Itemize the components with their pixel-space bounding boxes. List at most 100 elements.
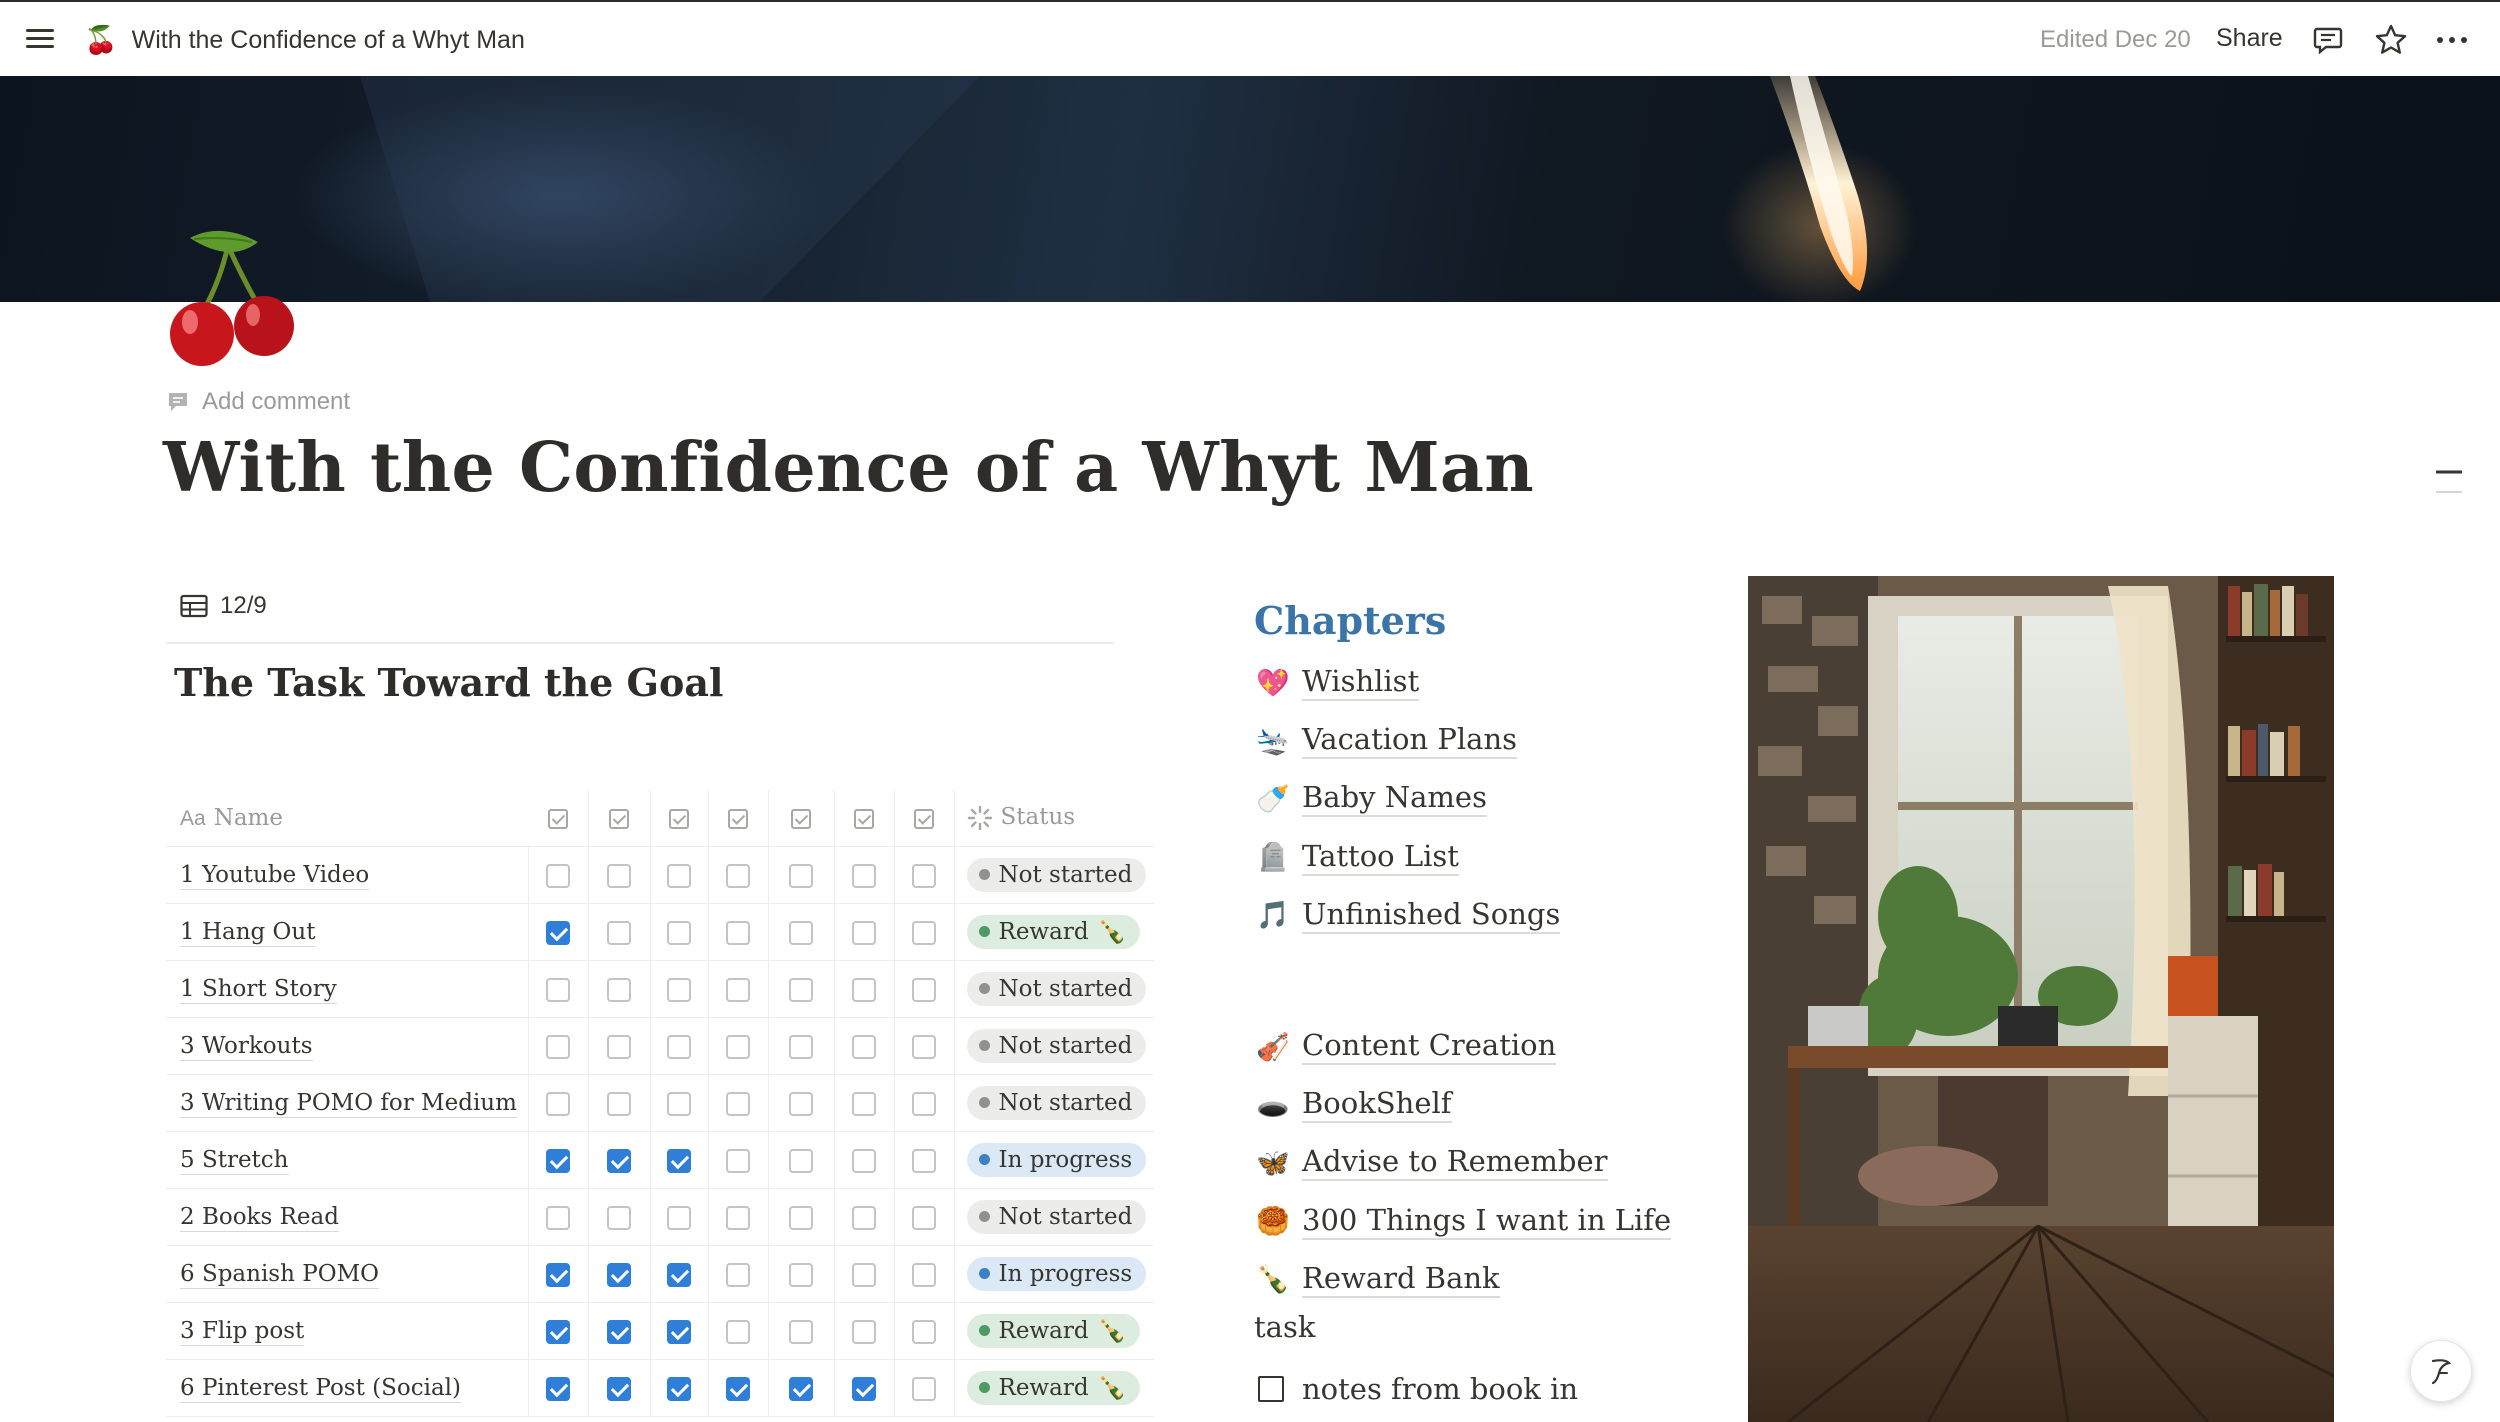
day-checkbox[interactable] bbox=[546, 1091, 570, 1116]
status-badge[interactable]: Not started bbox=[966, 857, 1147, 892]
checkbox-cell[interactable] bbox=[588, 1131, 651, 1189]
table-of-contents-icon[interactable] bbox=[2434, 462, 2464, 498]
day-checkbox[interactable] bbox=[726, 1205, 750, 1230]
chapter-label[interactable]: 300 Things I want in Life bbox=[1302, 1203, 1672, 1240]
day-checkbox[interactable] bbox=[607, 977, 631, 1002]
day-checkbox[interactable] bbox=[852, 1319, 876, 1344]
checkbox-cell[interactable] bbox=[588, 903, 651, 961]
day-checkbox[interactable] bbox=[852, 920, 876, 945]
name-column-header[interactable]: Aa Name bbox=[166, 790, 528, 847]
checkbox-column-header[interactable] bbox=[650, 790, 709, 847]
chapter-link[interactable]: 🎻 Content Creation bbox=[1256, 1028, 1557, 1065]
day-checkbox[interactable] bbox=[546, 1148, 570, 1173]
checkbox-cell[interactable] bbox=[708, 960, 769, 1018]
day-checkbox[interactable] bbox=[852, 1376, 876, 1401]
checkbox-cell[interactable] bbox=[708, 903, 769, 961]
status-cell[interactable]: Not started bbox=[954, 1017, 1154, 1075]
day-checkbox[interactable] bbox=[546, 1034, 570, 1059]
checkbox-cell[interactable] bbox=[834, 903, 895, 961]
day-checkbox[interactable] bbox=[789, 1205, 813, 1230]
task-name-cell[interactable]: 1 Youtube Video bbox=[166, 846, 529, 904]
checkbox-cell[interactable] bbox=[528, 1302, 589, 1360]
day-checkbox[interactable] bbox=[607, 1091, 631, 1116]
task-name-cell[interactable]: 6 Spanish POMO bbox=[166, 1245, 529, 1303]
day-checkbox[interactable] bbox=[667, 1262, 691, 1287]
checkbox-cell[interactable] bbox=[768, 1245, 835, 1303]
day-checkbox[interactable] bbox=[726, 1262, 750, 1287]
add-comment-button[interactable]: Add comment bbox=[166, 388, 350, 416]
day-checkbox[interactable] bbox=[912, 1262, 936, 1287]
checkbox-cell[interactable] bbox=[650, 1188, 709, 1246]
checkbox-column-header[interactable] bbox=[834, 790, 895, 847]
todo-checkbox[interactable] bbox=[1258, 1376, 1284, 1402]
chapter-label[interactable]: Reward Bank bbox=[1302, 1261, 1500, 1298]
day-checkbox[interactable] bbox=[546, 977, 570, 1002]
status-badge[interactable]: Not started bbox=[966, 1028, 1147, 1063]
status-column-header[interactable]: Status bbox=[954, 790, 1154, 847]
checkbox-cell[interactable] bbox=[528, 1188, 589, 1246]
checkbox-cell[interactable] bbox=[834, 1131, 895, 1189]
day-checkbox[interactable] bbox=[789, 1262, 813, 1287]
checkbox-cell[interactable] bbox=[528, 846, 589, 904]
day-checkbox[interactable] bbox=[607, 1376, 631, 1401]
checkbox-cell[interactable] bbox=[894, 1245, 955, 1303]
task-name[interactable]: 1 Short Story bbox=[180, 975, 337, 1004]
task-name[interactable]: 3 Workouts bbox=[180, 1032, 313, 1061]
chapter-link[interactable]: 🍾 Reward Bank bbox=[1256, 1261, 1500, 1298]
checkbox-column-header[interactable] bbox=[708, 790, 769, 847]
day-checkbox[interactable] bbox=[607, 1319, 631, 1344]
checkbox-cell[interactable] bbox=[768, 1302, 835, 1360]
checkbox-column-header[interactable] bbox=[768, 790, 835, 847]
day-checkbox[interactable] bbox=[546, 1376, 570, 1401]
chapter-link[interactable]: 🛬 Vacation Plans bbox=[1256, 722, 1518, 760]
day-checkbox[interactable] bbox=[912, 1148, 936, 1173]
day-checkbox[interactable] bbox=[546, 920, 570, 945]
checkbox-cell[interactable] bbox=[894, 1188, 955, 1246]
day-checkbox[interactable] bbox=[667, 977, 691, 1002]
day-checkbox[interactable] bbox=[852, 1091, 876, 1116]
chapter-link[interactable]: 🥮 300 Things I want in Life bbox=[1256, 1203, 1672, 1240]
day-checkbox[interactable] bbox=[546, 1319, 570, 1344]
checkbox-cell[interactable] bbox=[588, 846, 651, 904]
chapter-label[interactable]: Tattoo List bbox=[1302, 839, 1459, 876]
status-badge[interactable]: Not started bbox=[966, 1085, 1147, 1120]
status-cell[interactable]: Not started bbox=[954, 960, 1154, 1018]
chapter-label[interactable]: BookShelf bbox=[1302, 1086, 1452, 1124]
task-name[interactable]: 5 Stretch bbox=[180, 1146, 289, 1175]
table-row[interactable]: 6 Spanish POMO In progress bbox=[166, 1245, 1154, 1303]
checkbox-cell[interactable] bbox=[708, 1245, 769, 1303]
day-checkbox[interactable] bbox=[912, 920, 936, 945]
chapter-label[interactable]: Unfinished Songs bbox=[1302, 897, 1561, 934]
status-cell[interactable]: In progress bbox=[954, 1245, 1154, 1303]
checkbox-column-header[interactable] bbox=[894, 790, 955, 847]
checkbox-cell[interactable] bbox=[588, 1245, 651, 1303]
chapter-link[interactable]: 🍼 Baby Names bbox=[1256, 780, 1487, 818]
day-checkbox[interactable] bbox=[667, 920, 691, 945]
day-checkbox[interactable] bbox=[667, 1376, 691, 1401]
table-row[interactable]: 3 Flip post Reward 🍾 bbox=[166, 1302, 1154, 1360]
checkbox-cell[interactable] bbox=[650, 1074, 709, 1132]
status-badge[interactable]: In progress bbox=[966, 1256, 1147, 1291]
comment-icon[interactable] bbox=[2310, 22, 2346, 58]
checkbox-cell[interactable] bbox=[708, 846, 769, 904]
checkbox-cell[interactable] bbox=[834, 1359, 895, 1417]
task-name[interactable]: 3 Flip post bbox=[180, 1317, 305, 1346]
checkbox-cell[interactable] bbox=[650, 960, 709, 1018]
day-checkbox[interactable] bbox=[726, 1034, 750, 1059]
checkbox-cell[interactable] bbox=[894, 1359, 955, 1417]
day-checkbox[interactable] bbox=[789, 1319, 813, 1344]
checkbox-cell[interactable] bbox=[650, 846, 709, 904]
chapter-label[interactable]: Baby Names bbox=[1302, 780, 1487, 818]
checkbox-cell[interactable] bbox=[528, 903, 589, 961]
day-checkbox[interactable] bbox=[726, 863, 750, 888]
status-cell[interactable]: In progress bbox=[954, 1131, 1154, 1189]
day-checkbox[interactable] bbox=[546, 863, 570, 888]
chapter-label[interactable]: Advise to Remember bbox=[1302, 1144, 1608, 1182]
checkbox-column-header[interactable] bbox=[528, 790, 589, 847]
status-cell[interactable]: Not started bbox=[954, 846, 1154, 904]
status-badge[interactable]: Reward 🍾 bbox=[966, 1370, 1141, 1405]
day-checkbox[interactable] bbox=[607, 1205, 631, 1230]
checkbox-cell[interactable] bbox=[588, 1074, 651, 1132]
task-name-cell[interactable]: 6 Pinterest Post (Social) bbox=[166, 1359, 529, 1417]
day-checkbox[interactable] bbox=[789, 1091, 813, 1116]
